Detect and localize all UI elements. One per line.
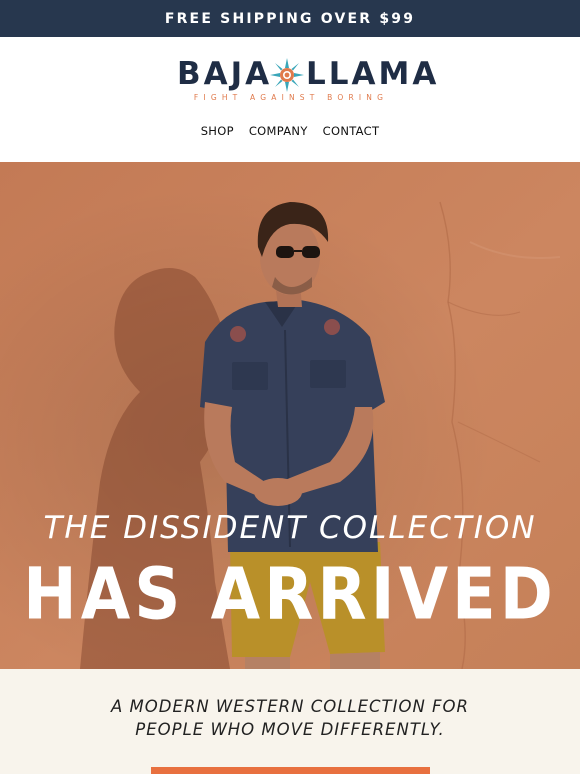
logo-word-right: LLAMA <box>306 56 440 92</box>
nav-company[interactable]: COMPANY <box>249 124 308 144</box>
main-nav: SHOP COMPANY CONTACT <box>0 124 580 144</box>
promo-banner: FREE SHIPPING OVER $99 <box>0 0 580 37</box>
intro-line-1: A MODERN WESTERN COLLECTION FOR <box>110 697 469 716</box>
nav-shop[interactable]: SHOP <box>201 124 234 144</box>
promo-text: FREE SHIPPING OVER $99 <box>164 10 416 27</box>
hero-title: HAS ARRIVED <box>23 553 557 637</box>
hero-banner[interactable]: THE DISSIDENT COLLECTION HAS ARRIVED <box>0 162 580 669</box>
shop-now-button[interactable] <box>151 767 430 774</box>
intro-section: A MODERN WESTERN COLLECTION FOR PEOPLE W… <box>0 669 580 774</box>
sun-icon <box>270 58 304 92</box>
nav-contact[interactable]: CONTACT <box>323 124 380 144</box>
logo-word-left: BAJA <box>177 56 273 92</box>
hero-subtitle: THE DISSIDENT COLLECTION <box>43 510 537 546</box>
intro-text: A MODERN WESTERN COLLECTION FOR PEOPLE W… <box>0 695 580 741</box>
brand-logo[interactable]: BAJA LLAMA FIGHT AGAINST BORING <box>0 37 580 107</box>
brand-tagline: FIGHT AGAINST BORING <box>193 93 389 102</box>
intro-line-2: PEOPLE WHO MOVE DIFFERENTLY. <box>135 720 445 739</box>
